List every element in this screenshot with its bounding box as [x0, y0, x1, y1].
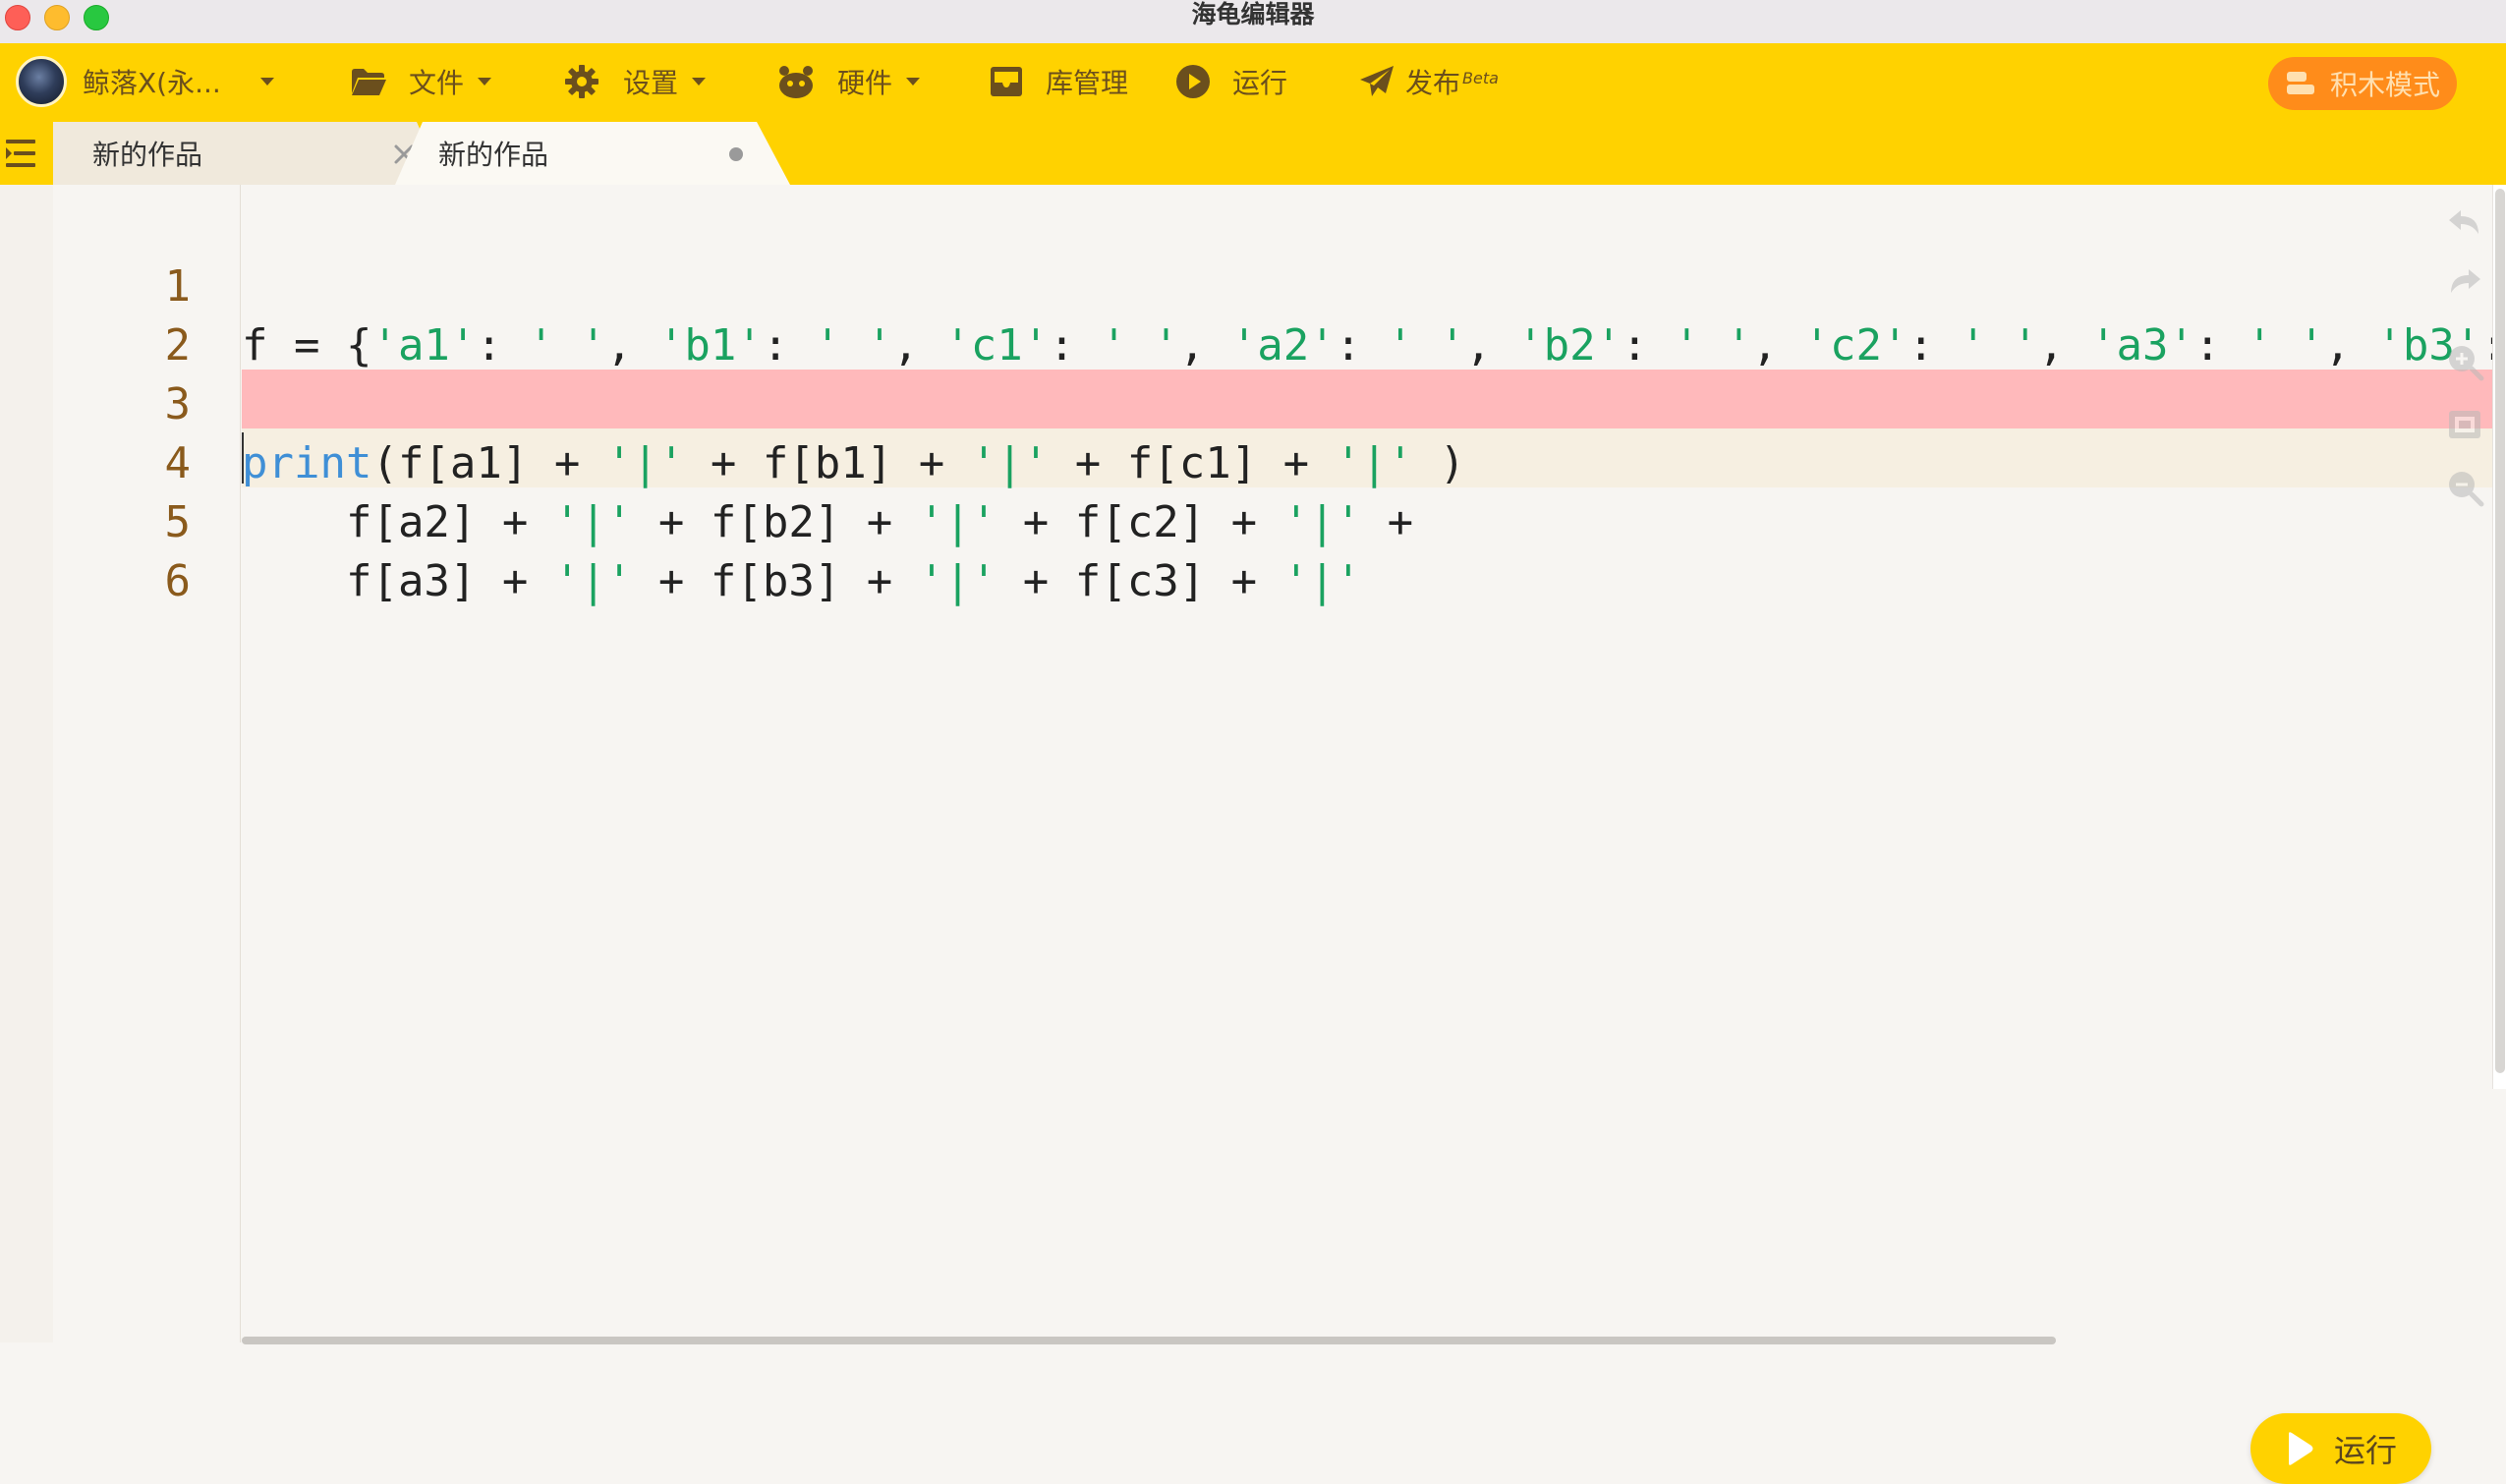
library-manager-button[interactable]: 库管理 [989, 43, 1128, 120]
code-editor[interactable]: 1 f = {'a1': ' ', 'b1': ' ', 'c1': ' ', … [0, 185, 2506, 1484]
folder-icon [352, 69, 386, 95]
file-menu[interactable]: 文件 [350, 43, 492, 120]
tab-new-work-2[interactable]: 新的作品 [395, 122, 790, 185]
zoom-in-icon[interactable] [2445, 342, 2484, 381]
block-mode-label: 积木模式 [2329, 69, 2440, 101]
robot-icon [779, 66, 813, 98]
run-menu-button[interactable]: 运行 [1175, 43, 1287, 120]
run-button[interactable]: 运行 [2250, 1413, 2431, 1484]
user-name: 鲸落X(永... [83, 67, 221, 99]
beta-badge: Beta [1462, 68, 1499, 87]
tab-new-work-1[interactable]: 新的作品 [53, 122, 444, 185]
redo-icon[interactable] [2445, 263, 2484, 303]
hardware-label: 硬件 [837, 67, 893, 99]
code-line: 5 f[a3] + '|' + f[b3] + '|' + f[c3] + '|… [0, 434, 2492, 606]
run-label: 运行 [1232, 67, 1288, 99]
code-area[interactable]: 1 f = {'a1': ' ', 'b1': ' ', 'c1': ' ', … [0, 199, 2493, 611]
code-line: 6 ) [0, 493, 2492, 606]
file-label: 文件 [409, 67, 465, 99]
play-circle-icon [1176, 65, 1210, 98]
code-line: 3 print(f[a1] + '|' + f[b1] + '|' + f[c1… [0, 316, 2492, 488]
code-line: 1 f = {'a1': ' ', 'b1': ' ', 'c1': ' ', … [0, 199, 2493, 371]
scrollbar-thumb[interactable] [2495, 189, 2505, 1073]
code-line: 4 f[a2] + '|' + f[b2] + '|' + f[c2] + '|… [0, 375, 2492, 547]
vertical-scrollbar[interactable] [2492, 185, 2506, 1089]
settings-menu[interactable]: 设置 [564, 43, 707, 120]
window-title: 海龟编辑器 [1191, 0, 1315, 29]
chevron-down-icon [259, 78, 274, 86]
chevron-down-icon [906, 78, 921, 86]
horizontal-scrollbar[interactable] [242, 1337, 2056, 1344]
play-icon [2288, 1432, 2313, 1465]
publish-button[interactable]: 发布 Beta [1358, 43, 1499, 120]
code-line: 7 [0, 552, 2492, 611]
sidebar-toggle-icon[interactable] [6, 138, 39, 169]
code-line: 2 [0, 257, 2492, 371]
gear-icon [565, 65, 598, 98]
run-button-label: 运行 [2333, 1432, 2397, 1469]
chevron-down-icon [692, 78, 707, 86]
chevron-down-icon [478, 78, 492, 86]
library-label: 库管理 [1046, 67, 1129, 99]
inbox-icon [991, 67, 1022, 96]
undo-icon[interactable] [2445, 204, 2484, 244]
text-cursor [242, 432, 244, 484]
user-menu[interactable]: 鲸落X(永... [16, 43, 274, 120]
block-mode-button[interactable]: 积木模式 [2268, 57, 2457, 110]
avatar [16, 56, 67, 107]
tab-label: 新的作品 [438, 139, 549, 171]
zoom-out-icon[interactable] [2445, 468, 2484, 507]
reset-zoom-icon[interactable] [2445, 405, 2484, 444]
paper-plane-icon [1360, 66, 1394, 96]
title-bar: 海龟编辑器 [0, 0, 2506, 44]
toolbar: 鲸落X(永... 文件 设置 硬件 库管理 运行 发布 Beta [0, 43, 2506, 120]
tab-label: 新的作品 [92, 139, 203, 171]
settings-label: 设置 [623, 67, 679, 99]
publish-label: 发布 [1405, 67, 1461, 99]
blocks-icon [2286, 72, 2314, 94]
unsaved-dot-icon [729, 147, 743, 161]
hardware-menu[interactable]: 硬件 [776, 43, 921, 120]
tab-bar: 新的作品 新的作品 [0, 120, 2506, 185]
